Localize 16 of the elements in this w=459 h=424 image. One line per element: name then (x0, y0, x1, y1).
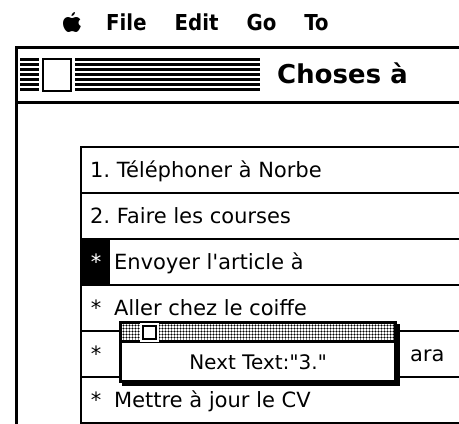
list-item[interactable]: ara (406, 342, 444, 366)
close-box[interactable] (42, 58, 72, 92)
popup-message: Next Text:"3." (189, 350, 327, 374)
list-item[interactable]: 1. Téléphoner à Norbe (86, 158, 322, 182)
apple-icon[interactable] (62, 11, 82, 35)
menu-item[interactable]: File (106, 10, 147, 36)
row-marker[interactable]: * (82, 240, 110, 284)
menu-item[interactable]: To (304, 10, 328, 36)
list-item[interactable]: Aller chez le coiffe (110, 296, 307, 320)
close-box[interactable] (142, 325, 157, 340)
list-item[interactable]: 2. Faire les courses (86, 204, 291, 228)
menu-item[interactable]: Edit (174, 10, 218, 36)
list-item[interactable]: Envoyer l'article à (110, 250, 304, 274)
window-title: Choses à (277, 60, 408, 90)
menu-item[interactable]: Go (246, 10, 276, 36)
list-item[interactable]: Mettre à jour le CV (110, 388, 311, 412)
